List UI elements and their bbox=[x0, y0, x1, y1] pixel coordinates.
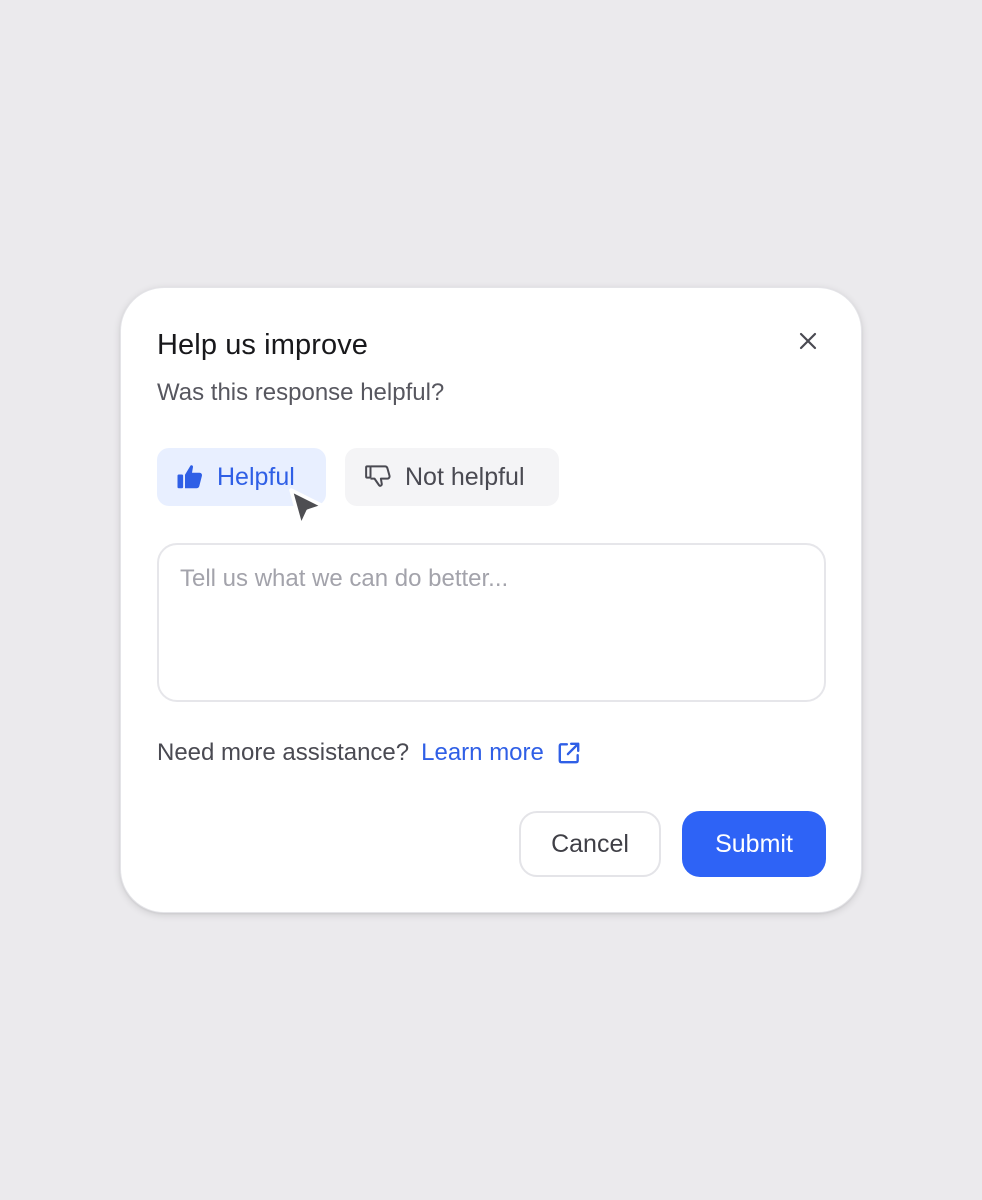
dialog-subtitle: Was this response helpful? bbox=[157, 379, 445, 406]
not-helpful-button[interactable]: Not helpful bbox=[345, 448, 559, 506]
assistance-label: Need more assistance? bbox=[157, 739, 410, 766]
submit-button[interactable]: Submit bbox=[682, 811, 826, 877]
close-button[interactable] bbox=[791, 326, 825, 360]
dialog-title: Help us improve bbox=[157, 329, 369, 361]
learn-more-label: Learn more bbox=[421, 739, 544, 766]
not-helpful-label: Not helpful bbox=[405, 462, 525, 491]
assistance-row: Need more assistance? Learn more bbox=[157, 739, 584, 767]
mouse-pointer-icon bbox=[289, 488, 325, 528]
close-icon bbox=[798, 331, 818, 356]
cancel-button[interactable]: Cancel bbox=[519, 811, 661, 877]
thumbs-down-icon bbox=[363, 462, 393, 492]
learn-more-link[interactable]: Learn more bbox=[421, 739, 584, 767]
feedback-dialog: Help us improve Was this response helpfu… bbox=[120, 287, 862, 913]
external-link-icon bbox=[556, 739, 584, 767]
feedback-textarea[interactable] bbox=[157, 543, 826, 702]
thumbs-up-icon bbox=[175, 462, 205, 492]
